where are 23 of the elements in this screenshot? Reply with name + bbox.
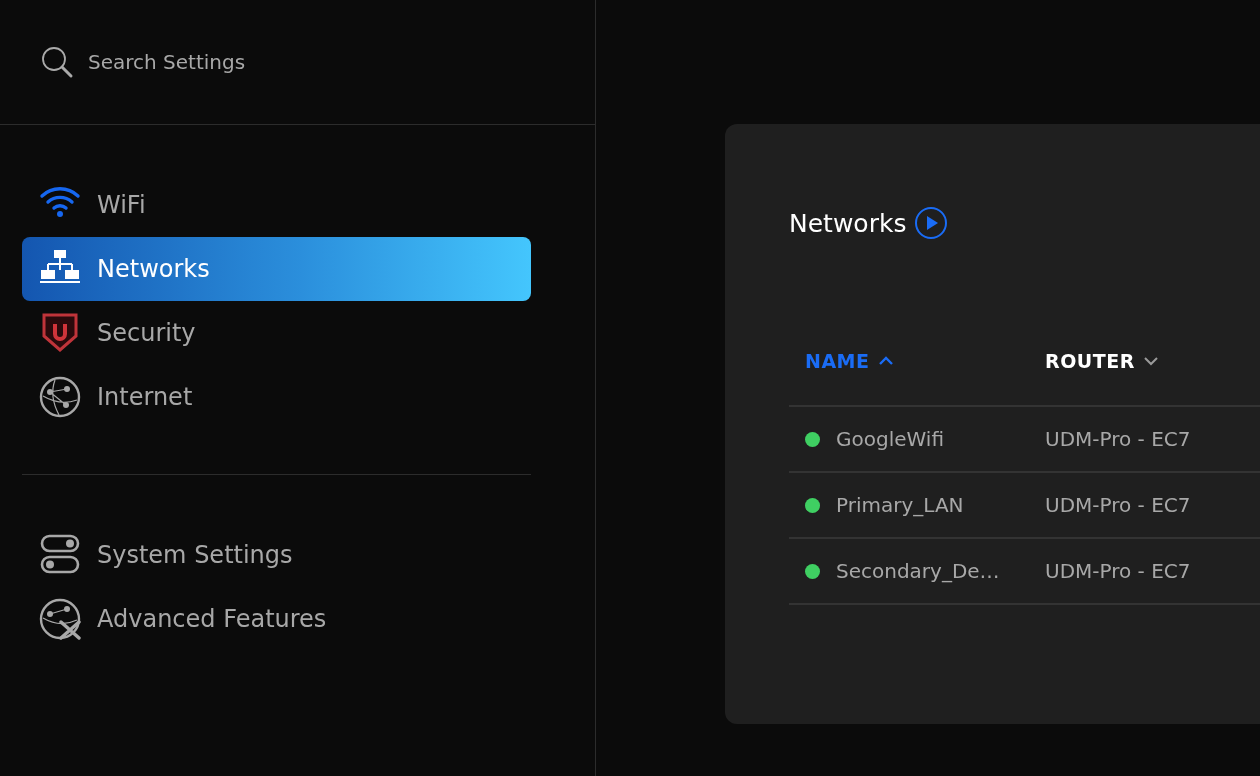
- sidebar-item[interactable]: System Settings: [22, 523, 531, 587]
- column-header[interactable]: NAME: [789, 350, 1029, 372]
- sidebar-item[interactable]: Advanced Features: [22, 587, 531, 651]
- table-cell: Secondary_De…: [836, 559, 1000, 583]
- column-header[interactable]: ROUTER: [1029, 350, 1260, 372]
- panel-title: Networks: [789, 208, 907, 238]
- caret-up-icon: [877, 356, 894, 366]
- caret-down-icon: [1142, 356, 1159, 366]
- table-cell: UDM-Pro - EC7: [1045, 493, 1191, 517]
- toggles-icon: [39, 534, 81, 576]
- table-cell: Primary_LAN: [836, 493, 964, 517]
- table-cell: GoogleWifi: [836, 427, 945, 451]
- search-icon: [40, 45, 74, 79]
- sidebar-item[interactable]: Networks: [22, 237, 531, 301]
- sidebar-item[interactable]: WiFi: [22, 173, 531, 237]
- sidebar-item[interactable]: Internet: [22, 365, 531, 429]
- globe-icon: [39, 376, 81, 418]
- play-icon: [914, 206, 949, 240]
- search-field[interactable]: Search Settings: [88, 48, 388, 76]
- globe-tools-icon: [39, 598, 81, 640]
- sidebar-item[interactable]: Security: [22, 301, 531, 365]
- table-cell: UDM-Pro - EC7: [1045, 427, 1191, 451]
- table-cell: UDM-Pro - EC7: [1045, 559, 1191, 583]
